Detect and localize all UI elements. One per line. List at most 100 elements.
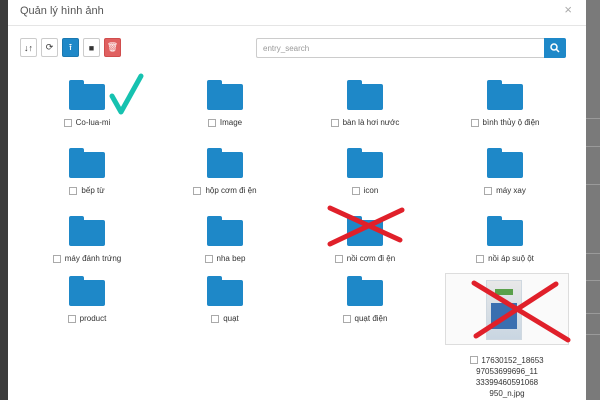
folder-item[interactable]: icon [300,148,430,195]
folder-icon[interactable] [207,216,243,246]
folder-label: quạt điện [300,314,430,323]
folder-item[interactable]: quạt điện [300,276,430,323]
folder-checkbox[interactable] [351,186,360,195]
folder-item[interactable]: Co-lua-mi [22,80,152,127]
upload-button[interactable]: ⭱ [62,38,79,57]
folder-name: bếp từ [81,186,105,195]
delete-button[interactable]: 🗑 [104,38,121,57]
folder-name: Co-lua-mi [75,118,111,127]
folder-icon[interactable] [69,216,105,246]
folder-name: máy đánh trứng [64,254,122,263]
folder-checkbox[interactable] [470,118,479,127]
folder-label: hộp cơm đi ện [160,186,290,195]
folder-label: máy đánh trứng [22,254,152,263]
file-item[interactable]: 17630152_18653 97053699696_11 3339946059… [445,273,569,399]
sort-icon: ↓↑ [24,42,33,53]
close-icon[interactable]: × [564,2,572,17]
dialog-title: Quản lý hình ảnh [20,5,104,17]
search-input[interactable] [256,38,544,58]
new-folder-button[interactable]: ■ [83,38,100,57]
folder-checkbox[interactable] [476,254,485,263]
folder-item[interactable]: Image [160,80,290,127]
toolbar: ↓↑ ⟳ ⭱ ■ 🗑 [20,38,121,57]
folder-label: Image [160,118,290,127]
folder-name: nha bep [216,254,246,263]
product-image [486,280,522,340]
folder-item[interactable]: nha bep [160,216,290,263]
folder-item[interactable]: máy đánh trứng [22,216,152,263]
folder-item[interactable]: bàn là hơi nước [300,80,430,127]
folder-name: icon [363,186,379,195]
folder-item[interactable]: máy xay [440,148,570,195]
image-manager-dialog: Quản lý hình ảnh × ↓↑ ⟳ ⭱ ■ 🗑 Co-lua-mi Image… [8,0,586,400]
folder-icon[interactable] [487,216,523,246]
folder-item[interactable]: nồi áp suộ ột [440,216,570,263]
file-thumbnail[interactable] [445,273,569,345]
folder-checkbox[interactable] [204,254,213,263]
folder-icon[interactable] [69,276,105,306]
folder-name: product [79,314,107,323]
file-name: 17630152_18653 97053699696_11 3339946059… [445,355,569,399]
folder-checkbox[interactable] [52,254,61,263]
folder-item[interactable]: bình thủy ộ điện [440,80,570,127]
sort-button[interactable]: ↓↑ [20,38,37,57]
folder-checkbox[interactable] [207,118,216,127]
folder-icon[interactable] [487,148,523,178]
folder-icon[interactable] [207,80,243,110]
folder-checkbox[interactable] [342,314,351,323]
folder-name: quạt [223,314,239,323]
folder-name: máy xay [496,186,526,195]
folder-label: product [22,314,152,323]
search-button[interactable] [544,38,566,58]
folder-name: nồi cơm đi ện [346,254,396,263]
folder-checkbox[interactable] [334,254,343,263]
folder-icon[interactable] [207,148,243,178]
folder-checkbox[interactable] [484,186,493,195]
folder-icon[interactable] [69,148,105,178]
folder-label: nồi cơm đi ện [300,254,430,263]
folder-item[interactable]: quạt [160,276,290,323]
folder-label: icon [300,186,430,195]
refresh-icon: ⟳ [45,42,54,52]
folder-checkbox[interactable] [193,186,202,195]
backdrop-right [586,0,600,400]
folder-name: bàn là hơi nước [342,118,400,127]
folder-label: nồi áp suộ ột [440,254,570,263]
folder-icon[interactable] [207,276,243,306]
trash-icon: 🗑 [106,42,119,52]
search-icon [550,43,560,53]
folder-icon[interactable] [487,80,523,110]
folder-checkbox[interactable] [67,314,76,323]
folder-name: hộp cơm đi ện [205,186,257,195]
folder-label: bình thủy ộ điện [440,118,570,127]
folder-label: Co-lua-mi [22,118,152,127]
folder-checkbox[interactable] [330,118,339,127]
file-checkbox[interactable] [470,356,479,364]
folder-icon[interactable] [347,276,383,306]
folder-icon: ■ [88,42,95,53]
folder-name: Image [219,118,243,127]
folder-label: nha bep [160,254,290,263]
folder-checkbox[interactable] [69,186,78,195]
upload-icon: ⭱ [68,41,73,52]
folder-item[interactable]: nồi cơm đi ện [300,216,430,263]
folder-label: máy xay [440,186,570,195]
search-bar [256,38,566,58]
folder-icon[interactable] [347,80,383,110]
folder-icon[interactable] [347,216,383,246]
folder-item[interactable]: bếp từ [22,148,152,195]
backdrop-left [0,0,8,400]
folder-name: nồi áp suộ ột [488,254,534,263]
folder-checkbox[interactable] [63,118,72,127]
refresh-button[interactable]: ⟳ [41,38,58,57]
folder-item[interactable]: hộp cơm đi ện [160,148,290,195]
folder-checkbox[interactable] [211,314,220,323]
folder-name: bình thủy ộ điện [482,118,540,127]
folder-icon[interactable] [347,148,383,178]
folder-label: quạt [160,314,290,323]
folder-label: bếp từ [22,186,152,195]
folder-icon[interactable] [69,80,105,110]
folder-item[interactable]: product [22,276,152,323]
dialog-header: Quản lý hình ảnh × [8,0,586,26]
folder-name: quạt điện [354,314,388,323]
